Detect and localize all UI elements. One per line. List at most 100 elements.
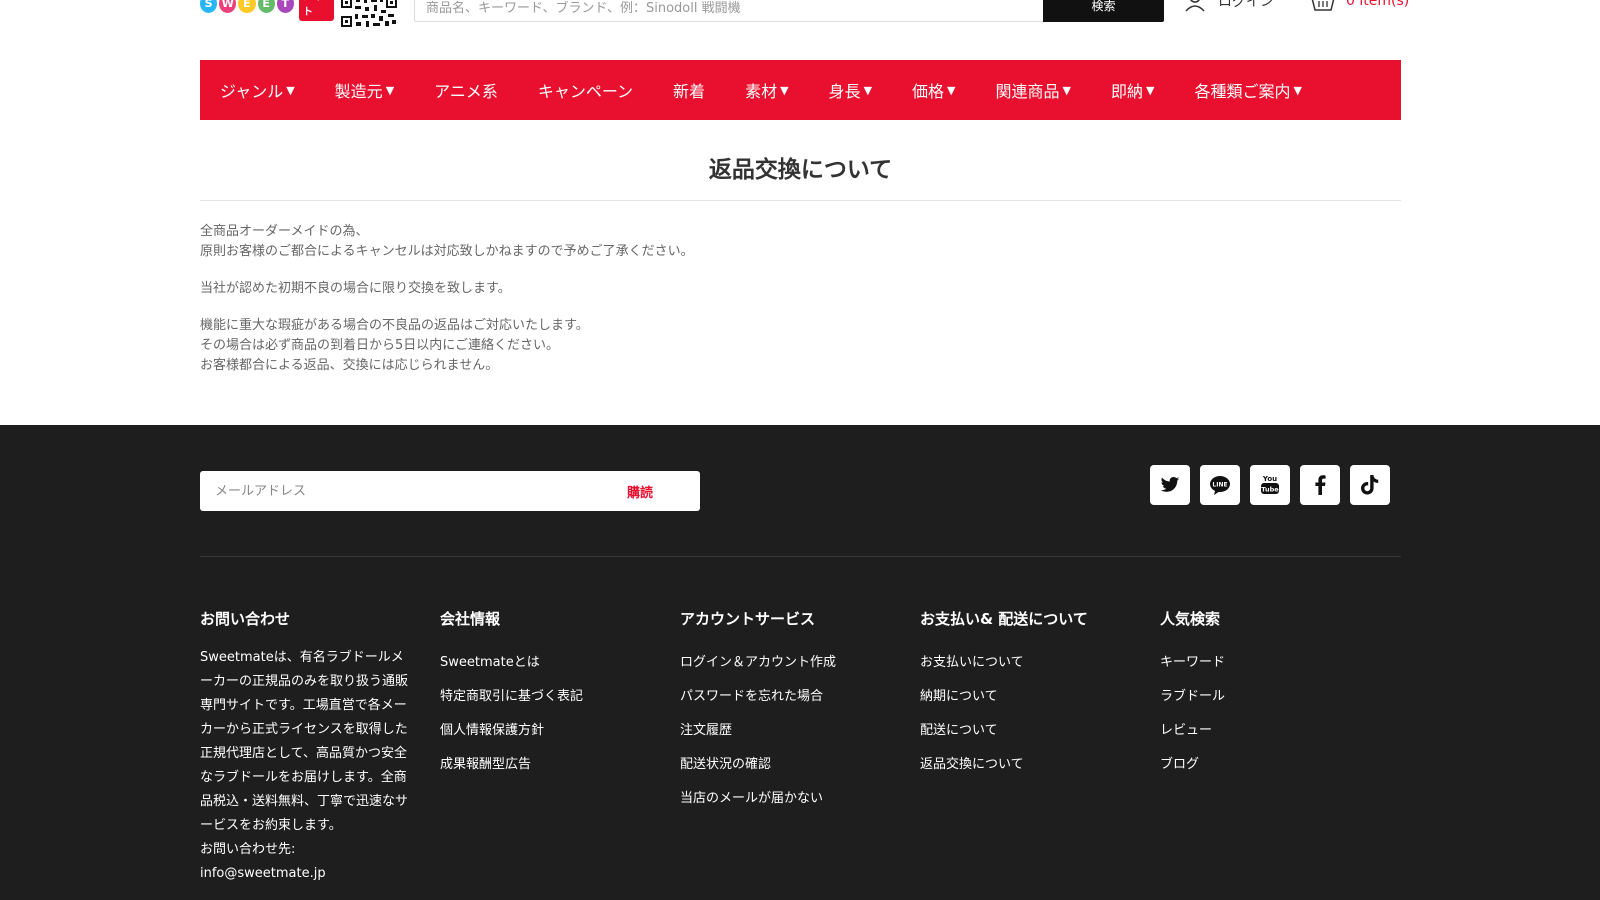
caret-down-icon: ▼	[863, 83, 873, 97]
policy-line: 当社が認めた初期不良の場合に限り交換を致します。	[200, 281, 511, 296]
search-button[interactable]: 検索	[1043, 0, 1164, 22]
main-nav: ジャンル ▼ 製造元 ▼ アニメ系 キャンペーン 新着 素材 ▼ 身長 ▼ 価格 ▼ 関連商品 ▼ 即納 ▼ 各種…	[200, 60, 1401, 120]
twitter-icon[interactable]	[1150, 465, 1190, 505]
caret-down-icon: ▼	[780, 83, 789, 97]
footer-column-contact: お問い合わせ Sweetmateは、有名ラブドールメーカーの正規品のみを取り扱う…	[200, 608, 420, 886]
nav-item[interactable]: 価格 ▼	[912, 78, 955, 102]
policy-paragraph: 機能に重大な瑕疵がある場合の不良品の返品はご対応いたします。 その場合は必ず商品の…	[200, 316, 1200, 376]
footer-link[interactable]: ラブドール	[1160, 680, 1380, 714]
footer-link[interactable]: ログイン＆アカウント作成	[680, 646, 900, 680]
nav-item-label: 即納	[1111, 82, 1144, 101]
cart-basket-icon	[1311, 0, 1335, 11]
nav-item[interactable]: 製造元 ▼	[335, 78, 394, 102]
line-icon[interactable]: LINE	[1200, 465, 1240, 505]
youtube-icon[interactable]: You Tube	[1250, 465, 1290, 505]
caret-down-icon: ▼	[385, 83, 395, 97]
nav-item[interactable]: 即納 ▼	[1111, 78, 1154, 102]
nav-item-label: 関連商品	[995, 82, 1060, 101]
nav-item-label: アニメ系	[434, 82, 498, 101]
site-footer: 購読 LINE You Tube お問い合わせ Sweetmateは、有名ラブドー…	[0, 425, 1600, 900]
nav-item[interactable]: 各種類ご案内 ▼	[1194, 78, 1301, 102]
nav-item-label: キャンペーン	[537, 82, 634, 101]
logo-letter: E	[238, 0, 256, 13]
footer-link[interactable]: 注文履歴	[680, 714, 900, 748]
email-field[interactable]	[200, 471, 590, 511]
footer-link[interactable]: レビュー	[1160, 714, 1380, 748]
page-title: 返品交換について	[708, 157, 893, 183]
facebook-icon[interactable]	[1300, 465, 1340, 505]
cart-link[interactable]: 0 item(s)	[1310, 0, 1409, 12]
policy-paragraph: 当社が認めた初期不良の場合に限り交換を致します。	[200, 279, 1200, 299]
nav-item-label: 新着	[673, 82, 706, 101]
user-icon	[1185, 0, 1205, 12]
login-link[interactable]: ログイン	[1184, 0, 1274, 12]
nav-item-label: 素材	[745, 82, 778, 101]
title-divider	[200, 200, 1401, 201]
footer-link[interactable]: 個人情報保護方針	[440, 714, 660, 748]
nav-item[interactable]: キャンペーン	[538, 78, 633, 102]
search-input[interactable]: 商品名、キーワード、ブランド、例：Sinodoll 戦闘機	[414, 0, 1044, 22]
nav-item[interactable]: 素材 ▼	[745, 78, 788, 102]
svg-text:You: You	[1262, 475, 1277, 483]
nav-item[interactable]: 関連商品 ▼	[996, 78, 1071, 102]
footer-column-popular: 人気検索キーワード ラブドール レビュー ブログ	[1160, 608, 1380, 782]
footer-column-title: アカウントサービス	[680, 610, 816, 628]
footer-link[interactable]: 成果報酬型広告	[440, 748, 660, 782]
footer-link[interactable]: 当店のメールが届かない	[680, 782, 900, 816]
nav-item[interactable]: アニメ系	[434, 78, 498, 102]
site-header: S W E E T メイト 商品名、キーワード、ブランド、例：Sinodoll …	[0, 0, 1600, 60]
policy-line: 全商品オーダーメイドの為、	[200, 224, 369, 239]
policy-text: 全商品オーダーメイドの為、原則お客様のご都合によるキャンセルは対応致しかねますの…	[200, 222, 1200, 393]
footer-column-company: 会社情報 Sweetmateとは 特定商取引に基づく表記 個人情報保護方針 成果報酬型広…	[440, 608, 660, 782]
qr-code-icon	[340, 0, 398, 28]
logo-letter: S	[200, 0, 218, 13]
caret-down-icon: ▼	[1293, 83, 1302, 97]
footer-column-title: 人気検索	[1160, 610, 1221, 628]
footer-link[interactable]: パスワードを忘れた場合	[680, 680, 900, 714]
nav-item[interactable]: 身長 ▼	[829, 78, 872, 102]
footer-link[interactable]: 返品交換について	[920, 748, 1140, 782]
footer-divider	[200, 556, 1401, 557]
site-logo[interactable]: S W E E T メイト	[200, 0, 334, 21]
nav-item[interactable]: 新着	[673, 78, 705, 102]
login-label: ログイン	[1218, 0, 1274, 10]
nav-item-label: 各種類ご案内	[1194, 82, 1291, 101]
contact-description: Sweetmateは、有名ラブドールメーカーの正規品のみを取り扱う通販専門サイト…	[200, 650, 409, 833]
nav-item-label: 価格	[912, 82, 945, 101]
cart-count: 0 item(s)	[1346, 0, 1410, 9]
logo-letter: T	[276, 0, 294, 13]
footer-link[interactable]: 配送について	[920, 714, 1140, 748]
logo-letter: W	[219, 0, 237, 13]
nav-item-label: ジャンル	[220, 82, 284, 101]
logo-tag: メイト	[298, 0, 334, 21]
footer-link[interactable]: キーワード	[1160, 646, 1380, 680]
policy-line: お客様都合による返品、交換には応じられません。	[200, 358, 499, 373]
footer-column-title: お支払い& 配送について	[920, 610, 1088, 628]
caret-down-icon: ▼	[1146, 83, 1155, 97]
svg-text:Tube: Tube	[1261, 486, 1279, 494]
footer-link[interactable]: 特定商取引に基づく表記	[440, 680, 660, 714]
contact-email-link[interactable]: info@sweetmate.jp	[200, 862, 412, 886]
footer-link[interactable]: 納期について	[920, 680, 1140, 714]
footer-column-title: お問い合わせ	[200, 610, 291, 628]
footer-link[interactable]: ブログ	[1160, 748, 1380, 782]
tiktok-icon[interactable]	[1350, 465, 1390, 505]
caret-down-icon: ▼	[947, 83, 956, 97]
caret-down-icon: ▼	[286, 83, 295, 97]
footer-link[interactable]: 配送状況の確認	[680, 748, 900, 782]
footer-column-title: 会社情報	[440, 610, 501, 628]
contact-email-label: お問い合わせ先:	[200, 842, 296, 857]
subscribe-button[interactable]: 購読	[595, 471, 685, 511]
footer-link[interactable]: Sweetmateとは	[440, 646, 660, 680]
policy-line: その場合は必ず商品の到着日から5日以内にご連絡ください。	[200, 338, 560, 353]
nav-item-label: 身長	[828, 82, 861, 101]
policy-paragraph: 全商品オーダーメイドの為、原則お客様のご都合によるキャンセルは対応致しかねますの…	[200, 222, 1200, 262]
footer-column-account: アカウントサービスログイン＆アカウント作成 パスワードを忘れた場合 注文履歴 配送状況…	[680, 608, 900, 816]
footer-link[interactable]: お支払いについて	[920, 646, 1140, 680]
nav-item[interactable]: ジャンル ▼	[220, 78, 295, 102]
newsletter-form: 購読	[200, 471, 700, 511]
svg-text:LINE: LINE	[1212, 482, 1227, 489]
social-links: LINE You Tube	[1150, 465, 1390, 505]
footer-column-payment: お支払い& 配送についてお支払いについて 納期について 配送について 返品交換について	[920, 608, 1140, 782]
policy-line: 原則お客様のご都合によるキャンセルは対応致しかねますので予めご了承ください。	[200, 244, 694, 259]
